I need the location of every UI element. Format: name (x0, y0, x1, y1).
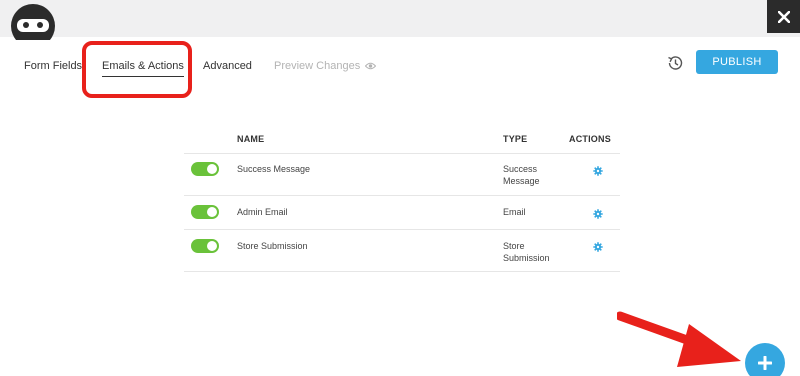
gear-icon[interactable] (593, 209, 603, 219)
preview-changes-label: Preview Changes (274, 60, 361, 72)
add-action-button[interactable] (745, 343, 785, 376)
column-header-actions: ACTIONS (569, 134, 611, 144)
annotation-arrow-icon (617, 311, 741, 367)
action-toggle[interactable] (191, 205, 219, 219)
table-header: NAME TYPE ACTIONS (184, 128, 620, 154)
action-name: Admin Email (237, 207, 288, 217)
action-toggle[interactable] (191, 162, 219, 176)
action-type: Email (503, 206, 563, 218)
action-type-line: Success (503, 164, 538, 174)
preview-changes-link[interactable]: Preview Changes (274, 60, 377, 72)
action-type: Store Submission (503, 240, 563, 264)
table-row: Store Submission Store Submission (184, 230, 620, 272)
gear-icon[interactable] (593, 242, 603, 252)
action-type: Success Message (503, 163, 563, 187)
table-row: Success Message Success Message (184, 154, 620, 196)
table-row: Admin Email Email (184, 196, 620, 230)
column-header-name[interactable]: NAME (237, 134, 264, 144)
action-type-line: Submission (503, 253, 550, 263)
close-button[interactable] (767, 0, 800, 33)
tab-emails-actions[interactable]: Emails & Actions (102, 60, 184, 77)
tab-form-fields[interactable]: Form Fields (24, 60, 82, 72)
eye-icon (365, 62, 377, 70)
action-type-line: Message (503, 176, 540, 186)
action-type-line: Store (503, 241, 525, 251)
actions-table: NAME TYPE ACTIONS Success Message Succes… (184, 128, 620, 272)
action-name: Success Message (237, 164, 311, 174)
ninja-logo-icon (10, 0, 56, 40)
tab-advanced[interactable]: Advanced (203, 60, 252, 72)
history-icon[interactable] (666, 54, 684, 72)
publish-button[interactable]: PUBLISH (696, 50, 778, 74)
close-icon (777, 10, 790, 23)
action-toggle[interactable] (191, 239, 219, 253)
plus-icon (758, 356, 772, 370)
top-bar (0, 0, 800, 40)
column-header-type[interactable]: TYPE (503, 134, 527, 144)
builder-page: Form Fields Emails & Actions Advanced Pr… (0, 0, 800, 376)
action-name: Store Submission (237, 241, 308, 251)
gear-icon[interactable] (593, 166, 603, 176)
action-type-line: Email (503, 207, 526, 217)
